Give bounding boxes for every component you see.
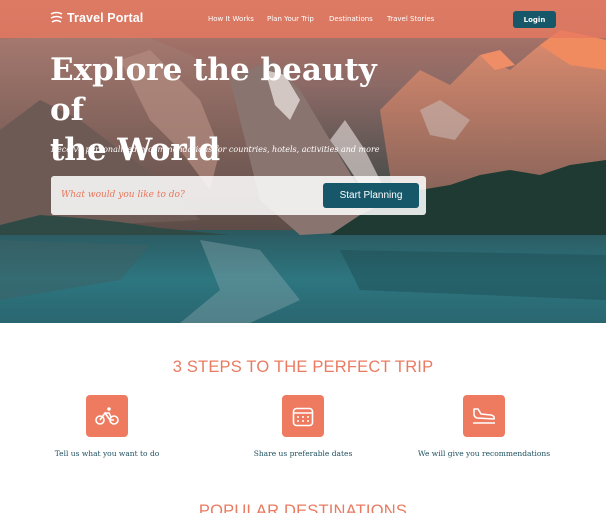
hero-section: Travel Portal How It Works Plan Your Tri… [0, 0, 606, 323]
hero-title-line-1: Explore the beauty of [50, 52, 377, 128]
start-planning-button[interactable]: Start Planning [323, 183, 419, 208]
calendar-icon [292, 407, 314, 427]
popular-destinations-title: POPULAR DESTINATIONS [198, 502, 408, 513]
nav-link-destinations[interactable]: Destinations [329, 15, 373, 23]
step-item-2: Share us preferable dates [203, 395, 403, 458]
step-item-1: Tell us what you want to do [7, 395, 207, 458]
step-text: Share us preferable dates [253, 449, 353, 458]
login-button[interactable]: Login [513, 11, 556, 28]
nav-link-how-it-works[interactable]: How It Works [208, 15, 254, 23]
step-icon-box [86, 395, 128, 437]
step-icon-box [463, 395, 505, 437]
step-text: We will give you recommendations [417, 449, 551, 458]
step-item-3: We will give you recommendations [384, 395, 584, 458]
bicycle-icon [95, 407, 119, 425]
brand-name: Travel Portal [67, 11, 144, 25]
step-icon-box [282, 395, 324, 437]
brand-logo[interactable]: Travel Portal [50, 11, 143, 25]
airplane-landing-icon [473, 408, 495, 424]
steps-section-title: 3 STEPS TO THE PERFECT TRIP [172, 358, 434, 376]
hero-subtitle: Receive personalized recommendations for… [51, 145, 380, 154]
search-input[interactable] [61, 184, 301, 206]
nav-link-plan-your-trip[interactable]: Plan Your Trip [267, 15, 314, 23]
globe-stack-icon [50, 11, 63, 23]
top-navigation-bar: Travel Portal How It Works Plan Your Tri… [0, 0, 606, 38]
step-text: Tell us what you want to do [54, 449, 160, 458]
search-bar: Start Planning [51, 176, 426, 215]
nav-link-travel-stories[interactable]: Travel Stories [387, 15, 434, 23]
